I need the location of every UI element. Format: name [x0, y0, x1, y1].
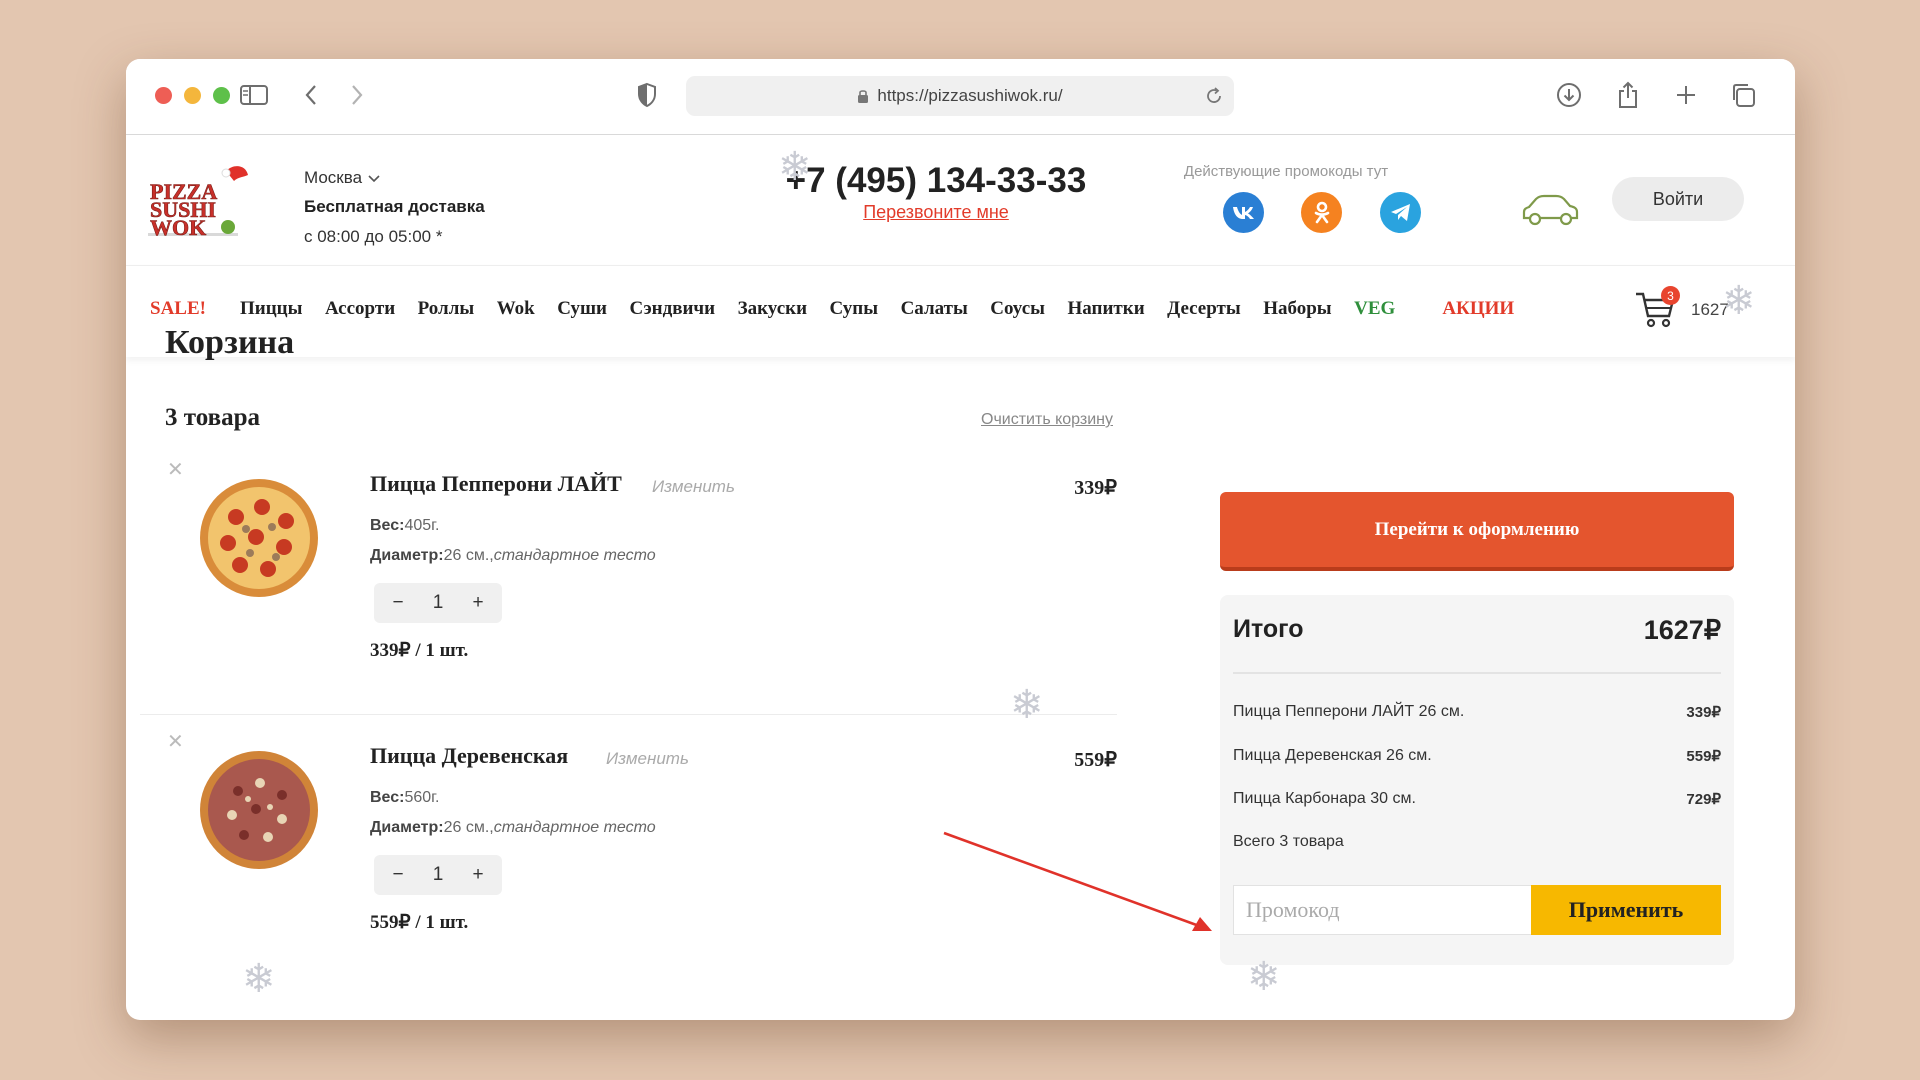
quantity-stepper: − 1 +	[374, 855, 502, 895]
edit-item-link[interactable]: Изменить	[606, 749, 689, 769]
quantity-value: 1	[432, 592, 444, 613]
item-price: 339₽	[1074, 477, 1117, 499]
order-summary: Итого 1627₽ Пицца Пепперони ЛАЙТ 26 см. 3…	[1220, 595, 1734, 965]
nav-item-veg[interactable]: VEG	[1354, 298, 1395, 320]
promo-code-input[interactable]	[1233, 885, 1531, 935]
apply-promo-button[interactable]: Применить	[1531, 885, 1721, 935]
reload-icon[interactable]	[1204, 86, 1224, 106]
url-text: https://pizzasushiwok.ru/	[877, 86, 1063, 105]
nav-item-snacks[interactable]: Закуски	[738, 298, 807, 320]
snowflake-icon: ❄	[242, 957, 276, 1001]
promo-form: Применить	[1233, 885, 1721, 935]
snowflake-icon: ❄	[1010, 683, 1044, 727]
login-button[interactable]: Войти	[1612, 177, 1744, 221]
share-icon[interactable]	[1611, 78, 1645, 112]
item-name[interactable]: Пицца Пепперони ЛАЙТ	[370, 471, 622, 497]
decrease-button[interactable]: −	[388, 864, 408, 886]
clear-cart-link[interactable]: Очистить корзину	[981, 411, 1113, 429]
snowflake-icon: ❄	[1247, 955, 1281, 999]
quantity-value: 1	[432, 864, 444, 885]
shield-icon[interactable]	[630, 78, 664, 112]
back-icon[interactable]	[294, 78, 328, 112]
pizza-image	[198, 477, 320, 599]
address-bar[interactable]: https://pizzasushiwok.ru/	[686, 76, 1234, 116]
vk-icon[interactable]	[1223, 192, 1264, 233]
svg-text:WOK: WOK	[150, 215, 206, 240]
item-price: 559₽	[1074, 749, 1117, 771]
summary-total: 1627₽	[1643, 615, 1721, 645]
nav-item-sets[interactable]: Наборы	[1263, 298, 1331, 320]
callback-link[interactable]: Перезвоните мне	[776, 202, 1096, 223]
delivery-hours: с 08:00 до 05:00 *	[304, 227, 443, 246]
edit-item-link[interactable]: Изменить	[652, 477, 735, 497]
summary-row: Пицца Карбонара 30 см. 729₽	[1233, 790, 1721, 808]
quantity-stepper: − 1 +	[374, 583, 502, 623]
delivery-car-icon[interactable]	[1520, 190, 1580, 230]
telegram-icon[interactable]	[1380, 192, 1421, 233]
forward-icon[interactable]	[340, 78, 374, 112]
item-diameter: Диаметр:26 см.,стандартное тесто	[370, 547, 656, 564]
summary-title: Итого	[1233, 615, 1304, 643]
increase-button[interactable]: +	[468, 864, 488, 886]
summary-items-count: Всего 3 товара	[1233, 833, 1344, 850]
site-header: PIZZA SUSHI WOK Москва Бесплатная достав…	[126, 135, 1795, 265]
zoom-window-button[interactable]	[213, 87, 230, 104]
nav-item-sauces[interactable]: Соусы	[990, 298, 1045, 320]
site-logo[interactable]: PIZZA SUSHI WOK	[148, 163, 258, 243]
ok-icon[interactable]	[1301, 192, 1342, 233]
city-selector[interactable]: Москва	[304, 168, 380, 188]
decrease-button[interactable]: −	[388, 592, 408, 614]
delivery-info: Бесплатная доставка	[304, 197, 485, 216]
lock-icon	[857, 88, 869, 104]
snowflake-icon: ❄	[778, 145, 812, 189]
cart-items-count: 3 товара	[165, 404, 260, 431]
nav-item-rolls[interactable]: Роллы	[418, 298, 475, 320]
remove-item-icon[interactable]: ✕	[167, 729, 184, 754]
item-name[interactable]: Пицца Деревенская	[370, 743, 568, 769]
browser-window: https://pizzasushiwok.ru/ PIZZA SUSHI WO…	[126, 59, 1795, 1020]
page-title: Корзина	[165, 324, 295, 361]
nav-item-assorti[interactable]: Ассорти	[325, 298, 395, 320]
nav-item-desserts[interactable]: Десерты	[1167, 298, 1241, 320]
remove-item-icon[interactable]: ✕	[167, 457, 184, 482]
unit-price: 559₽ / 1 шт.	[370, 912, 469, 933]
chevron-down-icon	[368, 168, 380, 188]
minimize-window-button[interactable]	[184, 87, 201, 104]
nav-item-pizza[interactable]: Пиццы	[240, 298, 302, 320]
nav-item-sandwiches[interactable]: Сэндвичи	[629, 298, 715, 320]
sidebar-icon[interactable]	[237, 78, 271, 112]
city-label: Москва	[304, 168, 363, 187]
item-weight: Вес:405г.	[370, 517, 440, 534]
nav-item-sushi[interactable]: Суши	[557, 298, 607, 320]
new-tab-icon[interactable]	[1669, 78, 1703, 112]
main-nav: SALE! Пиццы Ассорти Роллы Wok Суши Сэндв…	[126, 265, 1795, 357]
nav-item-promo[interactable]: АКЦИИ	[1442, 298, 1514, 320]
item-diameter: Диаметр:26 см.,стандартное тесто	[370, 819, 656, 836]
close-window-button[interactable]	[155, 87, 172, 104]
increase-button[interactable]: +	[468, 592, 488, 614]
summary-row: Пицца Пепперони ЛАЙТ 26 см. 339₽	[1233, 703, 1721, 721]
nav-item-drinks[interactable]: Напитки	[1067, 298, 1144, 320]
browser-toolbar: https://pizzasushiwok.ru/	[126, 59, 1795, 135]
cart-count-badge: 3	[1661, 286, 1680, 305]
phone-number[interactable]: +7 (495) 134-33-33	[776, 161, 1096, 201]
download-icon[interactable]	[1552, 78, 1586, 112]
nav-item-salads[interactable]: Салаты	[901, 298, 968, 320]
nav-item-sale[interactable]: SALE!	[150, 298, 206, 320]
summary-row: Пицца Деревенская 26 см. 559₽	[1233, 747, 1721, 765]
tabs-overview-icon[interactable]	[1726, 78, 1760, 112]
cart-item: ✕ Пицца Пепперони ЛАЙТ Изменить 339₽ Вес…	[140, 445, 1117, 715]
promo-codes-label: Действующие промокоды тут	[1183, 163, 1389, 180]
nav-item-wok[interactable]: Wok	[497, 298, 535, 320]
annotation-arrow	[943, 831, 1212, 931]
unit-price: 339₽ / 1 шт.	[370, 640, 469, 661]
nav-item-soups[interactable]: Супы	[830, 298, 879, 320]
snowflake-icon: ❄	[1722, 279, 1756, 323]
divider	[1233, 672, 1721, 674]
pizza-image	[198, 749, 320, 871]
item-weight: Вес:560г.	[370, 789, 440, 806]
checkout-button[interactable]: Перейти к оформлению	[1220, 492, 1734, 571]
